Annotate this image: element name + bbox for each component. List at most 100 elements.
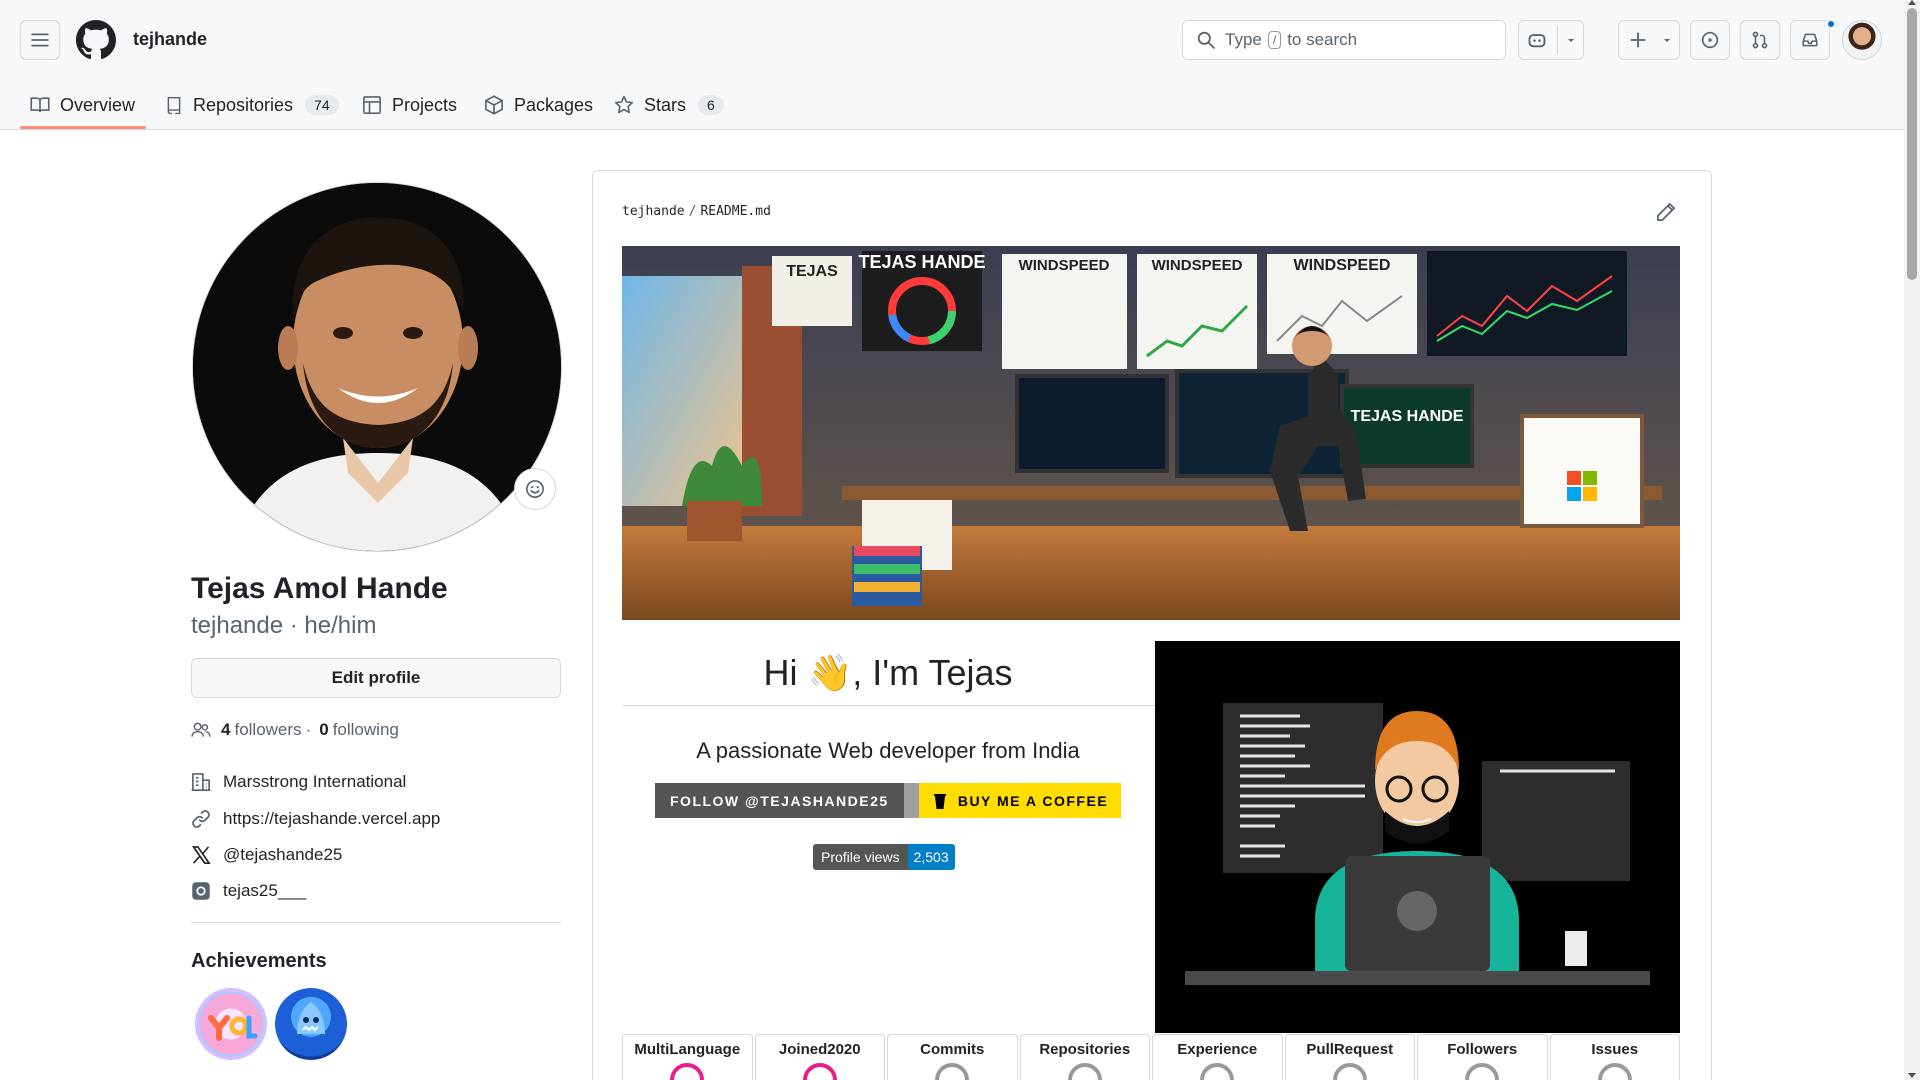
tab-overview[interactable]: Overview — [30, 80, 135, 130]
profile-website[interactable]: https://tejashande.vercel.app — [191, 809, 440, 829]
scroll-up-arrow-icon[interactable] — [1908, 0, 1916, 5]
tab-packages[interactable]: Packages — [484, 80, 593, 130]
buy-me-a-coffee-shield[interactable]: BUY ME A COFFEE — [919, 783, 1121, 818]
trophy-icon — [1067, 1063, 1102, 1080]
github-trophies-row: MultiLanguage Joined2020 Commits Reposit… — [622, 1034, 1680, 1080]
tab-label: Repositories — [193, 94, 294, 115]
header-username-link[interactable]: tejhande — [133, 29, 207, 50]
readme-owner-link[interactable]: tejhande — [622, 204, 685, 219]
readme-path: tejhande / README.md — [622, 204, 771, 219]
coffee-cup-icon — [933, 793, 946, 809]
x-logo-icon — [191, 846, 211, 864]
trophy-card: MultiLanguage — [622, 1034, 753, 1080]
profile-company: Marsstrong International — [191, 772, 406, 792]
banner-text: WINDSPEED — [1152, 257, 1243, 274]
yolo-badge-icon[interactable] — [195, 988, 267, 1060]
readme-banner-image: TEJAS TEJAS HANDE WINDSPEED WINDSPEED WI… — [622, 246, 1680, 620]
shark-badge-icon[interactable] — [275, 988, 347, 1060]
active-tab-indicator — [20, 126, 146, 129]
path-separator: / — [688, 204, 697, 219]
trophy-card: Issues — [1549, 1034, 1680, 1080]
website-link[interactable]: https://tejashande.vercel.app — [223, 809, 440, 829]
developer-workspace-illustration: TEJAS TEJAS HANDE WINDSPEED WINDSPEED WI… — [622, 246, 1680, 620]
scrollbar-thumb[interactable] — [1907, 8, 1917, 280]
trophy-card: Repositories — [1019, 1034, 1150, 1080]
pull-requests-button[interactable] — [1740, 20, 1780, 60]
inbox-button[interactable] — [1790, 20, 1830, 60]
trophy-label: PullRequest — [1306, 1041, 1394, 1058]
followers-label: followers — [234, 720, 302, 739]
trophy-label: MultiLanguage — [634, 1041, 741, 1058]
coffee-shield-label: BUY ME A COFFEE — [957, 792, 1109, 809]
following-label: following — [332, 720, 399, 739]
trophy-card: Commits — [887, 1034, 1018, 1080]
instagram-icon — [192, 882, 210, 900]
company-name: Marsstrong International — [223, 772, 407, 791]
star-icon — [614, 95, 634, 114]
search-input[interactable]: Type / to search — [1182, 20, 1506, 60]
profile-full-name: Tejas Amol Hande — [191, 572, 448, 605]
trophy-label: Joined2020 — [778, 1041, 861, 1058]
coding-animation-image — [1155, 641, 1680, 1033]
tab-label: Projects — [392, 94, 458, 115]
follow-stats: 4 followers · 0 following — [191, 720, 399, 740]
github-logo-icon[interactable] — [76, 20, 116, 60]
link-icon — [192, 810, 210, 828]
trophy-label: Experience — [1177, 1041, 1258, 1058]
trophy-icon — [802, 1063, 837, 1080]
trophy-label: Issues — [1591, 1041, 1639, 1058]
twitter-link[interactable]: @tejashande25 — [223, 845, 342, 865]
search-prefix-text: Type — [1225, 30, 1262, 49]
following-count: 0 — [319, 720, 329, 739]
hamburger-icon — [31, 33, 49, 47]
readme-file-link[interactable]: README.md — [700, 204, 770, 219]
separator-dot: · — [305, 720, 312, 739]
repo-icon — [167, 96, 181, 115]
chevron-down-icon[interactable] — [1565, 34, 1577, 46]
follow-shield-label: FOLLOW @TEJASHANDE25 — [655, 783, 904, 818]
tab-repositories[interactable]: Repositories 74 — [165, 80, 339, 130]
banner-text: TEJAS HANDE — [1351, 408, 1464, 425]
scroll-down-arrow-icon[interactable] — [1908, 1073, 1916, 1078]
banner-text: TEJAS — [786, 263, 838, 280]
achievements-heading: Achievements — [191, 950, 327, 972]
trophy-label: Followers — [1447, 1041, 1518, 1058]
following-link[interactable]: 0 following — [315, 720, 399, 740]
tab-projects[interactable]: Projects — [362, 80, 457, 130]
trophy-icon — [1200, 1063, 1235, 1080]
followers-link[interactable]: 4 followers — [217, 720, 302, 740]
profile-avatar[interactable] — [192, 182, 562, 552]
table-icon — [363, 96, 381, 114]
stars-count-badge: 6 — [698, 95, 724, 115]
banner-text: WINDSPEED — [1019, 257, 1110, 274]
trophy-card: Experience — [1152, 1034, 1283, 1080]
tab-label: Packages — [514, 94, 594, 115]
trophy-card: Joined2020 — [754, 1034, 885, 1080]
profile-twitter[interactable]: @tejashande25 — [191, 845, 342, 865]
trophy-label: Commits — [920, 1041, 985, 1058]
shark-badge-art — [297, 1002, 325, 1034]
create-new-button[interactable] — [1618, 20, 1680, 60]
follow-twitter-shield[interactable]: FOLLOW @TEJASHANDE25 — [655, 783, 934, 818]
organization-icon — [191, 773, 211, 791]
copilot-button[interactable] — [1518, 20, 1584, 60]
people-icon — [191, 722, 211, 737]
git-pull-request-icon — [1752, 31, 1768, 49]
profile-instagram[interactable]: tejas25___ — [191, 881, 306, 901]
profile-views-badge: Profile views 2,503 — [813, 844, 955, 870]
issues-button[interactable] — [1690, 20, 1730, 60]
readme-tagline: A passionate Web developer from India — [696, 738, 1080, 763]
edit-pencil-icon[interactable] — [1656, 202, 1676, 222]
user-avatar-menu[interactable] — [1842, 20, 1882, 60]
instagram-link[interactable]: tejas25___ — [223, 881, 306, 901]
views-count: 2,503 — [907, 844, 955, 870]
menu-button[interactable] — [20, 20, 60, 60]
issue-opened-icon — [1701, 31, 1719, 49]
set-status-button[interactable] — [514, 468, 556, 510]
chevron-down-icon — [1664, 39, 1670, 42]
search-icon — [1197, 31, 1215, 49]
tab-stars[interactable]: Stars 6 — [614, 80, 724, 130]
trophy-card: PullRequest — [1284, 1034, 1415, 1080]
inbox-icon — [1802, 33, 1818, 47]
edit-profile-button[interactable]: Edit profile — [191, 658, 561, 698]
